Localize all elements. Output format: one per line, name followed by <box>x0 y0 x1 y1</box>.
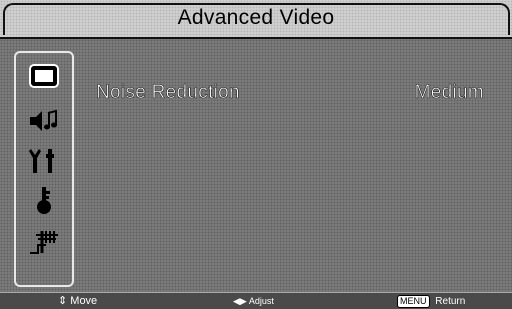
menu-item-noise-reduction[interactable]: Noise Reduction Medium <box>96 82 496 108</box>
move-hint: ⇕ Move <box>58 294 97 307</box>
picture-icon[interactable] <box>28 63 60 91</box>
antenna-channel-icon[interactable] <box>28 227 60 255</box>
adjust-hint: ◀▶ Adjust <box>233 296 274 307</box>
category-sidebar <box>14 51 74 287</box>
return-label: Return <box>435 296 466 307</box>
audio-icon[interactable] <box>28 107 60 135</box>
page-title: Advanced Video <box>177 6 335 29</box>
return-hint: MENU Return <box>397 295 465 308</box>
lock-key-icon[interactable] <box>28 187 60 215</box>
setup-tools-icon[interactable] <box>28 147 60 175</box>
left-right-arrow-icon: ◀▶ <box>233 296 247 306</box>
menu-key-badge: MENU <box>397 295 430 308</box>
osd-screen: Advanced Video Noise Reduction Medium ⇕ … <box>0 0 512 309</box>
title-bar: Advanced Video <box>0 0 512 39</box>
move-label: Move <box>70 295 98 307</box>
status-bar: ⇕ Move ◀▶ Adjust MENU Return <box>0 292 512 309</box>
menu-item-label: Noise Reduction <box>96 82 240 104</box>
adjust-label: Adjust <box>248 296 274 306</box>
menu-item-value: Medium <box>414 82 484 104</box>
up-down-arrow-icon: ⇕ <box>58 295 68 307</box>
